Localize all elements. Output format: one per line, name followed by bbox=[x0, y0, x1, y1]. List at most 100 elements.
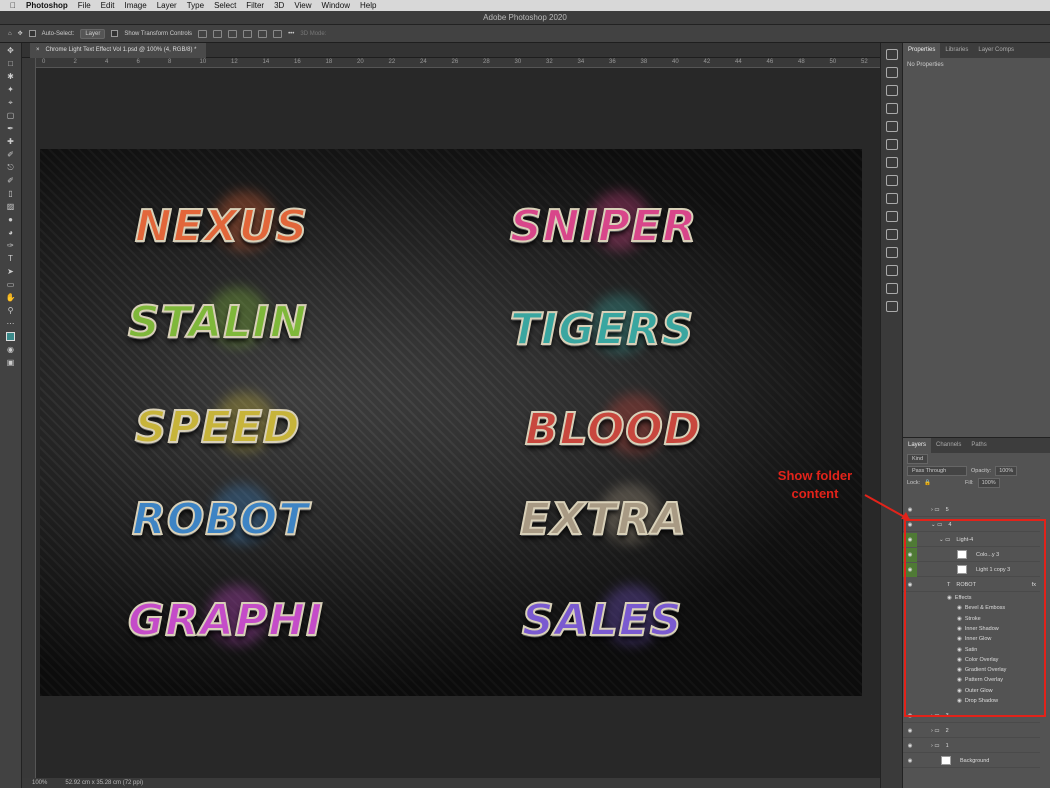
layer-row[interactable]: ◉ Background bbox=[903, 754, 1040, 769]
more-options-icon[interactable]: ••• bbox=[288, 31, 294, 37]
artwork-canvas[interactable]: NEXUS SNIPER STALIN TIGERS SPEED BLOOD ROBOT EX… bbox=[40, 149, 862, 696]
swatches-icon[interactable] bbox=[885, 103, 898, 114]
type-tool-icon[interactable]: T bbox=[4, 253, 18, 264]
apple-icon[interactable]:  bbox=[10, 1, 16, 10]
auto-select-checkbox[interactable] bbox=[28, 30, 36, 37]
eyedropper-icon[interactable]: ✒ bbox=[4, 123, 18, 134]
align-left-icon[interactable] bbox=[198, 29, 208, 38]
tab-channels[interactable]: Channels bbox=[931, 438, 966, 453]
zoom-level[interactable]: 100% bbox=[32, 780, 47, 786]
zoom-tool-icon[interactable]: ⚲ bbox=[4, 305, 18, 316]
show-transform-checkbox[interactable] bbox=[111, 30, 119, 37]
fx-icon[interactable] bbox=[885, 301, 898, 312]
menu-app[interactable]: Photoshop bbox=[26, 1, 68, 10]
fill-label: Fill: bbox=[965, 480, 974, 486]
color-icon[interactable] bbox=[885, 85, 898, 96]
paragraph-icon[interactable] bbox=[885, 247, 898, 258]
menu-image[interactable]: Image bbox=[124, 1, 146, 10]
color-swatches-icon[interactable] bbox=[4, 331, 18, 342]
crop-tool-icon[interactable]: ⌖ bbox=[4, 97, 18, 108]
eye-icon[interactable]: ◉ bbox=[903, 754, 917, 768]
menu-layer[interactable]: Layer bbox=[157, 1, 177, 10]
tab-layer-comps[interactable]: Layer Comps bbox=[973, 43, 1019, 58]
menu-view[interactable]: View bbox=[294, 1, 311, 10]
shape-tool-icon[interactable]: ▭ bbox=[4, 279, 18, 290]
menu-help[interactable]: Help bbox=[360, 1, 376, 10]
home-icon[interactable]: ⌂ bbox=[8, 31, 12, 37]
align-right-icon[interactable] bbox=[228, 29, 238, 38]
stamp-tool-icon[interactable]: ⎋ bbox=[4, 162, 18, 173]
menu-3d[interactable]: 3D bbox=[274, 1, 284, 10]
menu-filter[interactable]: Filter bbox=[246, 1, 264, 10]
ruler-tick: 16 bbox=[294, 59, 301, 65]
menu-file[interactable]: File bbox=[78, 1, 91, 10]
tab-properties[interactable]: Properties bbox=[903, 43, 941, 58]
history-icon[interactable] bbox=[885, 193, 898, 204]
layer-row[interactable]: ◉ › ▭ 1 bbox=[903, 739, 1040, 754]
move-tool-icon[interactable]: ✥ bbox=[4, 45, 18, 56]
align-top-icon[interactable] bbox=[243, 29, 253, 38]
eye-icon[interactable]: ◉ bbox=[903, 724, 917, 738]
tab-paths[interactable]: Paths bbox=[966, 438, 991, 453]
auto-select-target-dropdown[interactable]: Layer bbox=[80, 28, 106, 39]
document-tab[interactable]: × Chrome Light Text Effect Vol 1.psd @ 1… bbox=[30, 43, 207, 58]
canvas-area[interactable]: NEXUS SNIPER STALIN TIGERS SPEED BLOOD ROBOT EX… bbox=[36, 68, 880, 778]
menu-select[interactable]: Select bbox=[214, 1, 236, 10]
filter-kind-dropdown[interactable]: Kind bbox=[907, 454, 929, 464]
3d-mode-label: 3D Mode: bbox=[300, 30, 327, 37]
hand-tool-icon[interactable]: ✋ bbox=[4, 292, 18, 303]
layer-row[interactable]: ◉ › ▭ 5 bbox=[903, 503, 1040, 517]
annotation-line-1: Show folder bbox=[777, 468, 853, 483]
brushes-icon[interactable] bbox=[885, 139, 898, 150]
ruler-tick: 52 bbox=[861, 59, 868, 65]
eye-icon[interactable]: ◉ bbox=[903, 739, 917, 753]
lock-label: Lock: bbox=[907, 480, 921, 486]
history-brush-icon[interactable]: ✐ bbox=[4, 175, 18, 186]
path-select-icon[interactable]: ➤ bbox=[4, 266, 18, 277]
magic-wand-icon[interactable]: ✦ bbox=[4, 84, 18, 95]
marquee-tool-icon[interactable]: □ bbox=[4, 58, 18, 69]
lock-icon[interactable]: 🔒 bbox=[924, 480, 931, 486]
ruler-tick: 0 bbox=[42, 59, 46, 65]
align-bottom-icon[interactable] bbox=[273, 29, 283, 38]
navigator-icon[interactable] bbox=[885, 283, 898, 294]
pen-tool-icon[interactable]: ✑ bbox=[4, 240, 18, 251]
menu-type[interactable]: Type bbox=[187, 1, 204, 10]
healing-brush-icon[interactable]: ✚ bbox=[4, 136, 18, 147]
frame-tool-icon[interactable]: ▢ bbox=[4, 110, 18, 121]
blur-tool-icon[interactable]: ● bbox=[4, 214, 18, 225]
adjustments-icon[interactable] bbox=[885, 121, 898, 132]
text-effect-speed: SPEED bbox=[134, 401, 301, 454]
brush-settings-icon[interactable] bbox=[885, 67, 898, 78]
lasso-tool-icon[interactable]: ✱ bbox=[4, 71, 18, 82]
actions-icon[interactable] bbox=[885, 175, 898, 186]
screen-mode-icon[interactable]: ▣ bbox=[4, 357, 18, 368]
tab-libraries[interactable]: Libraries bbox=[940, 43, 973, 58]
vertical-ruler[interactable] bbox=[22, 58, 36, 778]
menu-window[interactable]: Window bbox=[322, 1, 350, 10]
quick-mask-icon[interactable]: ◉ bbox=[4, 344, 18, 355]
align-middle-icon[interactable] bbox=[258, 29, 268, 38]
ruler-tick: 50 bbox=[829, 59, 837, 65]
timeline-icon[interactable] bbox=[885, 265, 898, 276]
tab-layers[interactable]: Layers bbox=[903, 438, 932, 453]
move-tool-icon[interactable]: ✥ bbox=[18, 30, 23, 37]
brush-tool-icon[interactable]: ✐ bbox=[4, 149, 18, 160]
styles-icon[interactable] bbox=[885, 157, 898, 168]
fill-input[interactable]: 100% bbox=[977, 478, 1000, 488]
blend-mode-dropdown[interactable]: Pass Through bbox=[907, 466, 967, 476]
menu-edit[interactable]: Edit bbox=[101, 1, 115, 10]
glyphs-icon[interactable] bbox=[885, 211, 898, 222]
info-icon[interactable] bbox=[885, 49, 898, 60]
close-icon[interactable]: × bbox=[36, 43, 40, 58]
gradient-tool-icon[interactable]: ▨ bbox=[4, 201, 18, 212]
character-icon[interactable] bbox=[885, 229, 898, 240]
annotation-line-2: content bbox=[791, 486, 839, 501]
dodge-tool-icon[interactable]: ◕ bbox=[4, 227, 18, 238]
eraser-tool-icon[interactable]: ▯ bbox=[4, 188, 18, 199]
align-center-icon[interactable] bbox=[213, 29, 223, 38]
opacity-input[interactable]: 100% bbox=[995, 466, 1018, 476]
edit-toolbar-icon[interactable]: ⋯ bbox=[4, 318, 18, 329]
layer-row[interactable]: ◉ › ▭ 2 bbox=[903, 724, 1040, 739]
horizontal-ruler[interactable]: 0 2 4 6 8 10 12 14 16 18 20 22 24 26 28 30 32 34 36 38 40 42 4… bbox=[36, 58, 880, 68]
